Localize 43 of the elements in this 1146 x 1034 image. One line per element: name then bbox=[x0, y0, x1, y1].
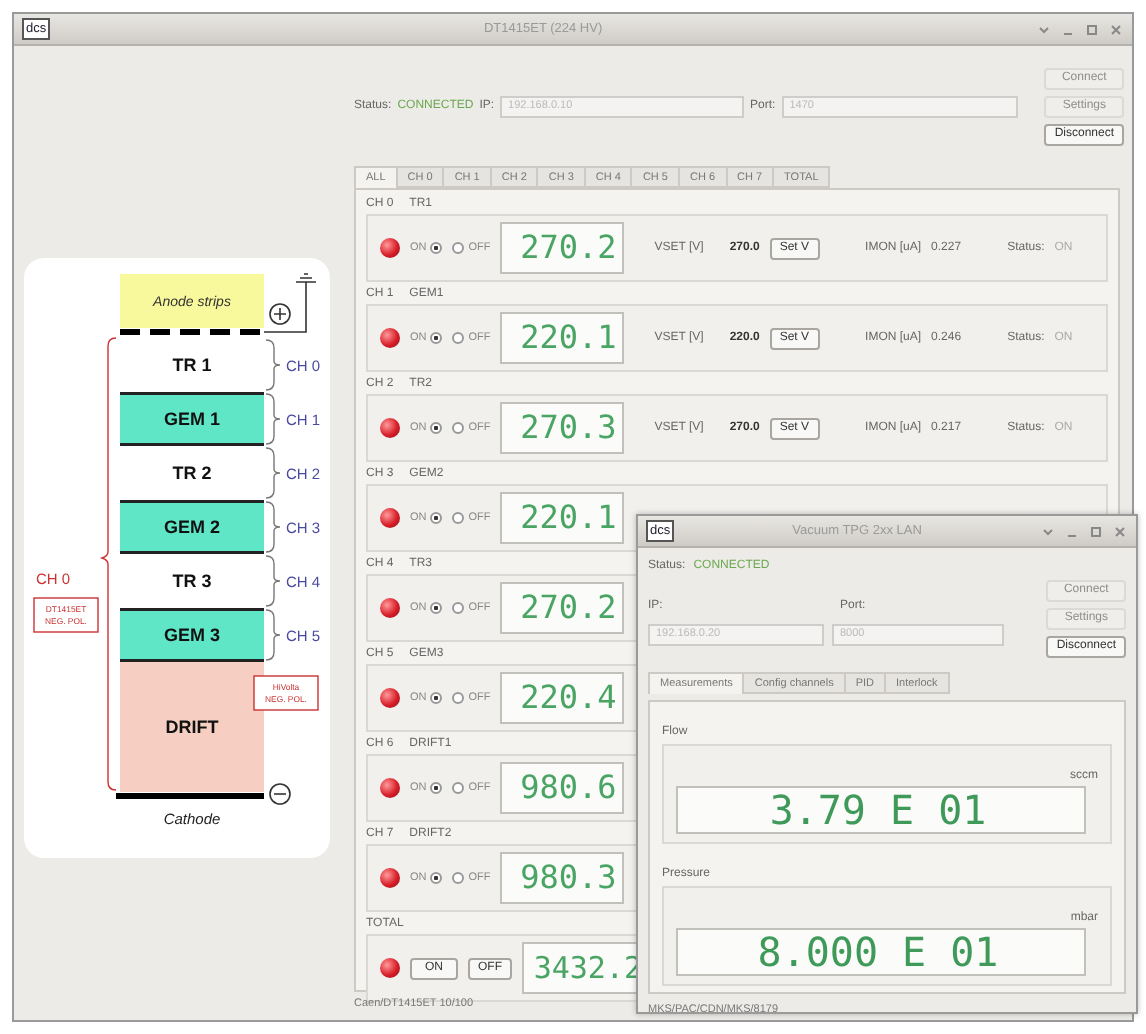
voltage-display: 270.2 bbox=[500, 222, 625, 274]
drift-layer bbox=[120, 662, 264, 792]
layer-label: TR 3 bbox=[172, 571, 212, 591]
voltage-display: 220.1 bbox=[500, 312, 625, 364]
maximize-icon[interactable] bbox=[1088, 523, 1104, 539]
anode-strips bbox=[120, 274, 264, 328]
status-led bbox=[380, 778, 400, 798]
status-led bbox=[380, 238, 400, 258]
gem-layer bbox=[120, 500, 264, 554]
status-led bbox=[380, 508, 400, 528]
close-icon[interactable] bbox=[1112, 523, 1128, 539]
status-led bbox=[380, 418, 400, 438]
reading-display: 8.000 E 01 bbox=[676, 928, 1086, 976]
gem-layer bbox=[120, 392, 264, 446]
maximize-icon[interactable] bbox=[1084, 21, 1100, 37]
status-led bbox=[380, 688, 400, 708]
plus-icon bbox=[269, 303, 291, 325]
layer-label: GEM 3 bbox=[164, 625, 220, 645]
status-led bbox=[380, 328, 400, 348]
layer-label: TR 2 bbox=[172, 463, 212, 483]
note-box bbox=[253, 675, 319, 711]
voltage-display: 980.6 bbox=[500, 762, 625, 814]
voltage-display: 980.3 bbox=[500, 852, 625, 904]
minus-icon bbox=[269, 783, 291, 805]
chevron-down-icon[interactable] bbox=[1040, 523, 1056, 539]
voltage-display: 220.1 bbox=[500, 492, 625, 544]
gem-layer bbox=[120, 608, 264, 662]
layer-label: GEM 1 bbox=[164, 409, 220, 429]
layer-label: GEM 2 bbox=[164, 517, 220, 537]
reading-display: 3.79 E 01 bbox=[676, 786, 1086, 834]
anode-dashed-line bbox=[120, 329, 264, 335]
layer-label: DRIFT bbox=[165, 717, 219, 737]
close-icon[interactable] bbox=[1108, 21, 1124, 37]
status-led bbox=[380, 598, 400, 618]
voltage-display: 270.2 bbox=[500, 582, 625, 634]
status-led bbox=[380, 868, 400, 888]
chevron-down-icon[interactable] bbox=[1036, 21, 1052, 37]
note-box bbox=[33, 597, 99, 633]
layer-label: TR 1 bbox=[172, 355, 212, 375]
status-led bbox=[380, 958, 400, 978]
voltage-display: 220.4 bbox=[500, 672, 625, 724]
ground-drawing bbox=[263, 273, 317, 333]
voltage-display: 270.3 bbox=[500, 402, 625, 454]
